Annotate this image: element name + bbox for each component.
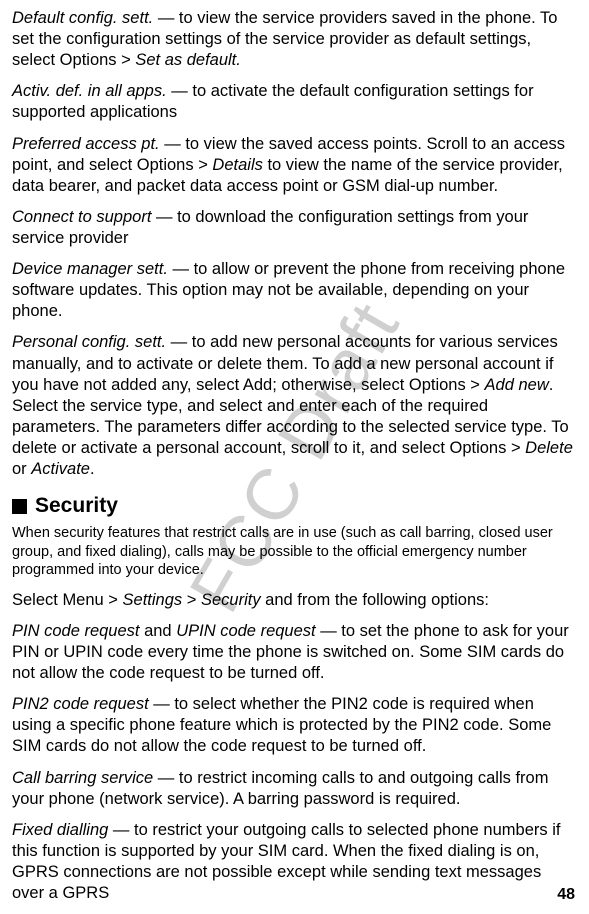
text: . <box>90 460 95 478</box>
paragraph-call-barring: Call barring service — to restrict incom… <box>12 768 577 810</box>
paragraph-default-config: Default config. sett. — to view the serv… <box>12 8 577 71</box>
paragraph-preferred-access: Preferred access pt. — to view the saved… <box>12 134 577 197</box>
term-upin-code: UPIN code request <box>176 622 315 640</box>
heading-text: Security <box>35 494 118 518</box>
paragraph-security-note: When security features that restrict cal… <box>12 524 577 580</box>
term-delete: Delete <box>525 439 573 457</box>
term-set-as-default: Set as default. <box>135 51 241 69</box>
paragraph-activ-def: Activ. def. in all apps. — to activate t… <box>12 81 577 123</box>
text: > <box>182 591 201 609</box>
square-bullet-icon <box>12 499 27 514</box>
heading-security: Security <box>12 494 577 518</box>
term-settings: Settings <box>123 591 183 609</box>
term-personal-config: Personal config. sett. <box>12 333 166 351</box>
term-fixed-dialling: Fixed dialling <box>12 821 108 839</box>
paragraph-device-manager: Device manager sett. — to allow or preve… <box>12 259 577 322</box>
term-activate: Activate <box>31 460 90 478</box>
paragraph-connect-support: Connect to support — to download the con… <box>12 207 577 249</box>
paragraph-pin-code: PIN code request and UPIN code request —… <box>12 621 577 684</box>
term-default-config: Default config. sett. <box>12 9 153 27</box>
text: and from the following options: <box>261 591 489 609</box>
term-activ-def: Activ. def. in all apps. <box>12 82 167 100</box>
text: and <box>140 622 177 640</box>
paragraph-fixed-dialling: Fixed dialling — to restrict your outgoi… <box>12 820 577 904</box>
term-call-barring: Call barring service <box>12 769 153 787</box>
term-pin-code: PIN code request <box>12 622 140 640</box>
page-content: Default config. sett. — to view the serv… <box>12 8 577 904</box>
term-add-new: Add new <box>485 376 549 394</box>
term-details: Details <box>212 156 262 174</box>
term-connect-support: Connect to support <box>12 208 151 226</box>
term-device-manager: Device manager sett. <box>12 260 168 278</box>
term-security: Security <box>201 591 261 609</box>
term-pin2-code: PIN2 code request <box>12 695 149 713</box>
paragraph-pin2-code: PIN2 code request — to select whether th… <box>12 694 577 757</box>
paragraph-personal-config: Personal config. sett. — to add new pers… <box>12 332 577 480</box>
text: or <box>12 460 31 478</box>
term-preferred-access: Preferred access pt. <box>12 135 160 153</box>
paragraph-select-menu: Select Menu > Settings > Security and fr… <box>12 590 577 611</box>
text: Select Menu > <box>12 591 123 609</box>
